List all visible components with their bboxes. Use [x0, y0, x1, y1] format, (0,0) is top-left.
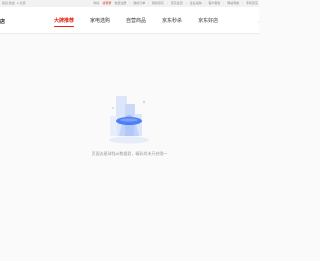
top-divider: | — [185, 1, 187, 5]
top-divider: | — [204, 1, 206, 5]
tab-self-operated[interactable]: 自营商品 — [126, 17, 146, 24]
top-link-enterprise[interactable]: 企业采购 — [190, 0, 202, 7]
building-left — [110, 116, 117, 136]
top-link-my[interactable]: 我的京东 — [152, 0, 164, 7]
tab-brand-picks[interactable]: 大牌推荐 — [54, 17, 75, 27]
category-tabs: 大牌推荐 家电选购 自营商品 京东秒杀 京东好店 — [54, 17, 234, 27]
tab-appliance[interactable]: 家电选购 — [90, 17, 110, 24]
top-links: 你好 请登录 免费注册 | 我的订单 | 我的京东 | 京东会员 | 企业采购 … — [93, 0, 258, 7]
top-link-register[interactable]: 免费注册 — [114, 0, 126, 7]
main-nav-bar: 店 大牌推荐 家电选购 自营商品 京东秒杀 京东好店 ‹ — [0, 7, 259, 34]
top-divider: | — [167, 1, 168, 5]
logo-text[interactable]: 店 — [0, 18, 5, 25]
empty-state-message: 页面去星球找AI数据君，精彩尚未开启哦～ — [91, 151, 168, 156]
ufo-city-illustration — [109, 96, 149, 144]
top-divider: | — [148, 1, 149, 5]
ufo-beam — [119, 124, 139, 136]
location-pin-icon: ● — [16, 1, 19, 5]
location-area[interactable]: 您好,欢迎 ●北京 — [2, 0, 26, 7]
sparkle-1 — [143, 101, 145, 103]
nav-scroll-icon[interactable]: ‹ — [258, 19, 259, 24]
top-link-sitemap[interactable]: 网站导航 — [227, 0, 239, 7]
empty-state-area — [0, 34, 259, 261]
location-text[interactable]: 北京 — [20, 1, 26, 5]
top-utility-bar: 您好,欢迎 ●北京 你好 请登录 免费注册 | 我的订单 | 我的京东 | 京东会… — [0, 0, 259, 7]
top-divider: | — [129, 1, 131, 5]
top-link-orders[interactable]: 我的订单 — [133, 0, 145, 7]
top-link-member[interactable]: 京东会员 — [171, 0, 183, 7]
ground-shadow — [109, 136, 149, 144]
tab-flash-sale[interactable]: 京东秒杀 — [162, 17, 182, 24]
welcome-text: 您好,欢迎 — [2, 1, 15, 5]
sparkle-2 — [112, 107, 114, 109]
top-divider: | — [242, 1, 243, 5]
top-link-mobile[interactable]: 手机京东 — [246, 0, 258, 7]
top-link-login[interactable]: 请登录 — [102, 0, 111, 7]
top-link-hello: 你好 — [93, 1, 100, 5]
top-link-service[interactable]: 客户服务 — [208, 0, 220, 7]
top-divider: | — [223, 1, 225, 5]
tab-good-shops[interactable]: 京东好店 — [198, 17, 218, 24]
